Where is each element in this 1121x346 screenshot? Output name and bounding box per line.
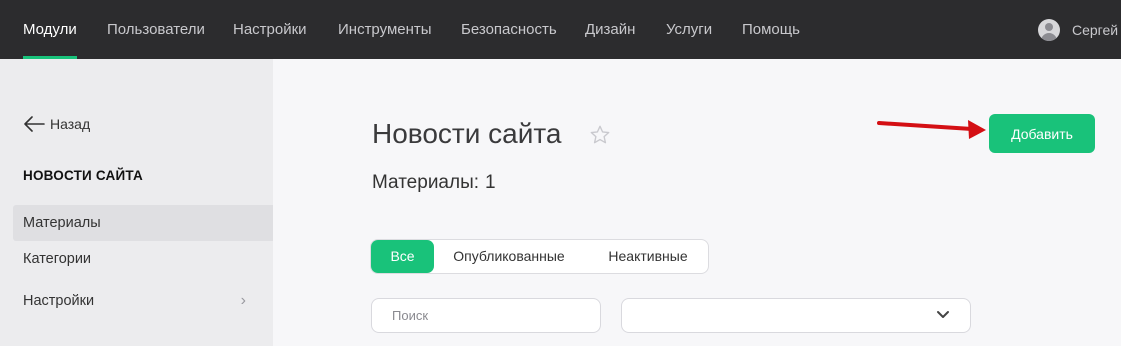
nav-item-help[interactable]: Помощь <box>742 0 800 59</box>
sidebar: Назад НОВОСТИ САЙТА Материалы Категории … <box>0 59 273 346</box>
user-avatar-icon <box>1038 18 1060 41</box>
user-name: Сергей <box>1072 21 1119 38</box>
filter-select[interactable] <box>621 298 971 333</box>
back-label: Назад <box>50 116 91 132</box>
star-icon[interactable] <box>589 124 611 146</box>
sidebar-item-materials[interactable]: Материалы <box>13 205 273 241</box>
nav-item-settings[interactable]: Настройки <box>233 0 307 59</box>
nav-item-design[interactable]: Дизайн <box>585 0 635 59</box>
nav-item-security[interactable]: Безопасность <box>461 0 557 59</box>
nav-item-users[interactable]: Пользователи <box>107 0 205 59</box>
arrow-left-icon <box>24 116 45 132</box>
nav-item-tools[interactable]: Инструменты <box>338 0 432 59</box>
annotation-arrow-icon <box>877 120 986 139</box>
tab-inactive[interactable]: Неактивные <box>593 240 703 273</box>
sidebar-item-categories[interactable]: Категории <box>13 241 273 277</box>
materials-count: Материалы: 1 <box>372 172 496 194</box>
top-navigation-bar: Модули Пользователи Настройки Инструмент… <box>0 0 1121 59</box>
user-menu[interactable]: Сергей <box>1038 0 1121 59</box>
back-link[interactable]: Назад <box>23 116 90 132</box>
chevron-down-icon <box>937 311 949 318</box>
materials-count-label: Материалы: <box>372 172 480 193</box>
materials-count-value: 1 <box>485 172 496 193</box>
chevron-right-icon: › <box>240 292 246 309</box>
sidebar-item-label: Материалы <box>23 215 101 231</box>
sidebar-section-title: НОВОСТИ САЙТА <box>23 168 143 183</box>
sidebar-item-label: Категории <box>23 251 92 267</box>
tab-published[interactable]: Опубликованные <box>441 240 577 273</box>
nav-item-modules[interactable]: Модули <box>23 0 77 59</box>
page-title: Новости сайта <box>372 118 562 149</box>
tab-all[interactable]: Все <box>371 240 434 273</box>
nav-item-services[interactable]: Услуги <box>666 0 712 59</box>
search-input[interactable] <box>371 298 601 333</box>
add-button[interactable]: Добавить <box>989 114 1095 153</box>
status-filter-tabs: Все Опубликованные Неактивные <box>370 239 709 274</box>
sidebar-item-label: Настройки <box>23 293 95 309</box>
sidebar-item-settings[interactable]: Настройки › <box>13 283 273 319</box>
